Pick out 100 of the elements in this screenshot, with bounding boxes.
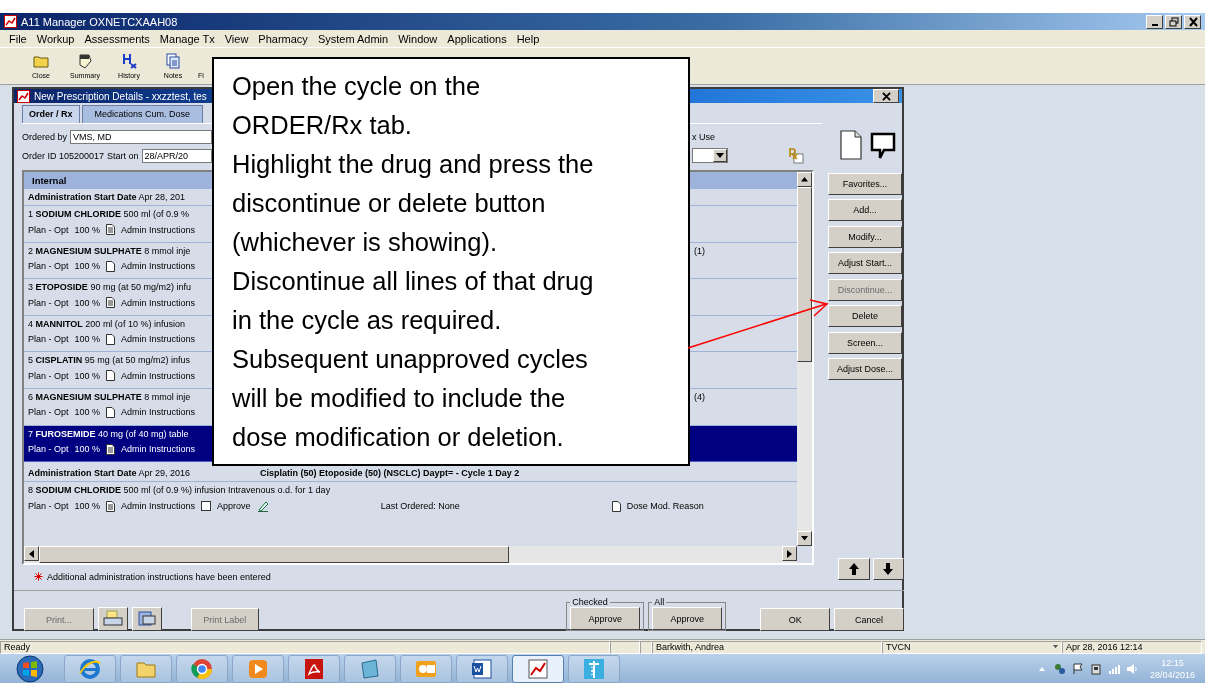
taskbar-app-button[interactable] <box>512 654 564 683</box>
menu-item[interactable]: System Admin <box>312 32 394 45</box>
down-arrow-icon <box>801 536 808 541</box>
start-date-field[interactable]: 28/APR/20 <box>141 148 212 163</box>
admin-instructions-link[interactable]: Admin Instructions <box>121 261 196 272</box>
plan-label: Plan - Opt <box>28 407 69 418</box>
document-icon[interactable] <box>840 130 862 160</box>
menu-item[interactable]: Pharmacy <box>253 32 313 45</box>
user-name: Barkwith, Andrea <box>652 640 882 654</box>
start-button[interactable] <box>14 654 46 683</box>
plan-label: Plan - Opt <box>28 444 69 455</box>
side-button[interactable]: Modify... <box>828 225 902 248</box>
menu-item[interactable]: Applications <box>442 32 512 45</box>
dose-percent: 100 % <box>74 444 101 455</box>
menu-item[interactable]: Window <box>393 32 443 45</box>
restore-button[interactable] <box>1165 14 1182 29</box>
side-button[interactable]: Screen... <box>828 331 902 354</box>
admin-instructions-link[interactable]: Admin Instructions <box>121 334 196 345</box>
dose-percent: 100 % <box>74 334 101 345</box>
ordered-by-field[interactable]: VMS, MD <box>70 129 212 144</box>
status-datetime: Apr 28, 2016 12:14 <box>1062 640 1202 654</box>
admin-instructions-link[interactable]: Admin Instructions <box>121 224 196 235</box>
group-label: All <box>653 597 666 607</box>
chrome-icon <box>191 657 213 680</box>
order-id-label: Order ID 105200017 <box>22 150 105 161</box>
blank-page-icon <box>611 500 621 512</box>
print-preview-icon <box>136 610 157 628</box>
dose-percent: 100 % <box>74 501 101 512</box>
approve-button[interactable]: Approve <box>570 607 641 630</box>
restore-icon <box>1168 16 1179 27</box>
admin-instructions-link[interactable]: Admin Instructions <box>121 407 196 418</box>
close-icon <box>1187 16 1198 27</box>
taskbar-app-button[interactable] <box>456 654 508 683</box>
admin-instructions-link[interactable]: Admin Instructions <box>121 370 196 381</box>
chart-icon <box>4 15 17 28</box>
drug-line: 1 SODIUM CHLORIDE 500 ml (of 0.9 % <box>28 209 190 219</box>
plan-label: Plan - Opt <box>28 334 69 345</box>
vertical-scrollbar[interactable] <box>797 172 812 546</box>
tab[interactable]: Order / Rx <box>22 105 80 123</box>
group-label: Checked <box>571 597 609 607</box>
drug-row[interactable]: 8 SODIUM CHLORIDE 500 ml (of 0.9 %) infusion Intravenous o.d. for 1 day Plan - Opt 100 % Admin Instructions Approve Last Ordered: None Dose Mod. Reason <box>24 482 797 513</box>
admin-instructions-link[interactable]: Admin Instructions <box>121 297 196 308</box>
side-button[interactable]: Adjust Dose... <box>828 358 902 380</box>
minimize-icon <box>1151 23 1158 26</box>
cancel-button[interactable]: Cancel <box>834 608 904 631</box>
history-icon <box>121 53 137 69</box>
admin-instructions-link[interactable]: Admin Instructions <box>121 501 196 512</box>
window-icon <box>359 657 381 680</box>
menu-item[interactable]: Manage Tx <box>154 32 220 45</box>
right-arrow-icon <box>787 549 792 558</box>
menu-item[interactable]: View <box>219 32 254 45</box>
note-count: (4) <box>694 391 705 402</box>
menu-item[interactable]: Help <box>511 32 545 45</box>
dose-mod-reason-link[interactable]: Dose Mod. Reason <box>626 501 704 512</box>
menu-item[interactable]: Workup <box>31 32 80 45</box>
side-button[interactable]: Adjust Start... <box>828 252 902 274</box>
side-button[interactable]: Favorites... <box>828 172 902 195</box>
device-icon[interactable] <box>1089 662 1102 675</box>
ok-button[interactable]: OK <box>760 608 831 631</box>
dose-percent: 100 % <box>74 224 101 235</box>
window-title: A11 Manager OXNETCXAAH08 <box>21 15 179 28</box>
drug-line: 8 SODIUM CHLORIDE 500 ml (of 0.9 %) infusion Intravenous o.d. for 1 day <box>28 485 331 496</box>
document-icon <box>471 657 493 680</box>
regimen-name: Cisplatin (50) Etoposide (50) (NSCLC) Daypt= - Cycle 1 Day 2 <box>260 468 521 479</box>
side-button[interactable]: Add... <box>828 199 902 221</box>
pen-icon <box>256 500 269 513</box>
use-dropdown[interactable] <box>692 148 728 163</box>
speech-bubble-icon[interactable] <box>870 132 896 160</box>
admin-instructions-link[interactable]: Admin Instructions <box>121 444 196 455</box>
print-preview-button[interactable] <box>131 607 162 631</box>
drug-line: 7 FUROSEMIDE 40 mg (of 40 mg) table <box>28 428 189 439</box>
taskbar-app-button[interactable] <box>288 654 340 683</box>
menu-item[interactable]: Assessments <box>79 32 155 45</box>
close-icon <box>881 91 891 101</box>
pdf-icon <box>303 657 325 680</box>
horizontal-scrollbar[interactable] <box>24 546 797 563</box>
approve-checkbox[interactable] <box>201 501 212 512</box>
move-up-button[interactable] <box>838 558 870 580</box>
dropdown-arrow-icon <box>716 153 724 158</box>
flag-icon[interactable] <box>1071 662 1084 675</box>
printer-button[interactable] <box>97 607 128 631</box>
network-icon[interactable] <box>1053 662 1066 675</box>
dialog-title: New Prescription Details - xxzztest, tes <box>34 90 208 102</box>
instruction-tooltip: Open the cycle on the ORDER/Rx tab. Highlight the drug and press the discontinue or delete button (whichever is showing). Discontinue all lines of that drug in the cycle as required. Subsequent unapproved cycles will be modified to include the dose modification or deletion. <box>212 57 690 466</box>
printer-icon <box>102 610 123 628</box>
menu-item[interactable]: File <box>4 32 32 45</box>
approve-button[interactable]: Approve <box>652 607 723 630</box>
media-player-icon <box>247 657 269 680</box>
rx-icon <box>788 147 804 164</box>
pages-icon <box>165 53 181 69</box>
field-label: x Use <box>692 131 715 142</box>
tab[interactable]: Medications Cum. Dose <box>81 105 204 123</box>
close-button[interactable] <box>1184 14 1201 29</box>
asterisk-icon <box>34 572 43 581</box>
minimize-button[interactable] <box>1146 14 1163 29</box>
field-label: Start on <box>107 150 139 161</box>
move-down-button[interactable] <box>872 558 904 580</box>
close-button[interactable] <box>873 89 899 103</box>
side-button[interactable]: Delete <box>828 305 902 327</box>
up-arrow-icon <box>801 177 808 182</box>
